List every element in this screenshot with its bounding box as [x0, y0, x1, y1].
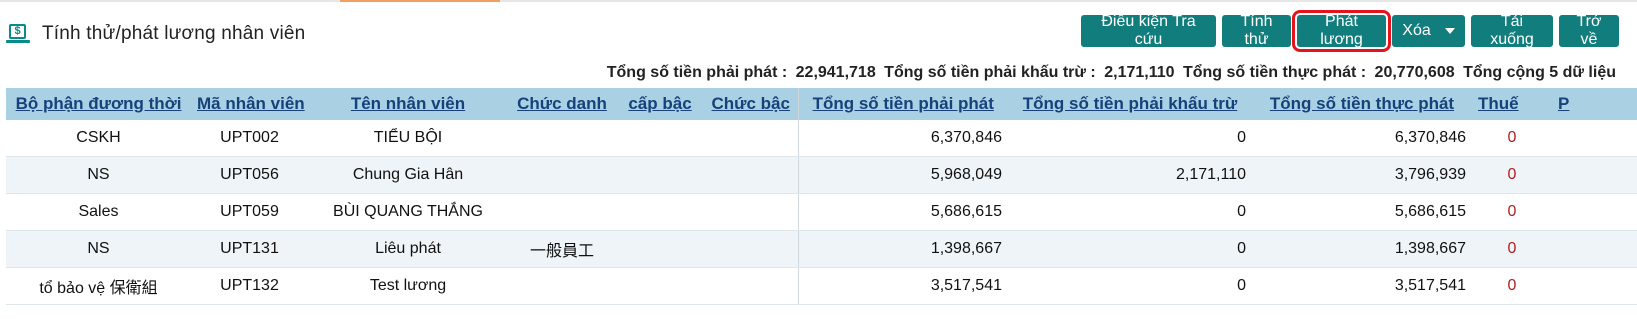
- cell-total-payable: 6,370,846: [797, 120, 1008, 157]
- cell-total-actual: 6,370,846: [1252, 120, 1472, 157]
- cell-employee-id: UPT059: [191, 193, 308, 231]
- cell-rank: [704, 193, 798, 231]
- caret-down-icon: [1444, 28, 1455, 34]
- col-header-rank[interactable]: Chức bậc: [704, 88, 798, 120]
- actual-label: Tổng số tiền thực phát :: [1182, 64, 1367, 81]
- deduct-label: Tổng số tiền phải khấu trừ :: [884, 64, 1096, 81]
- cell-grade: [616, 193, 704, 231]
- cell-job-title: [508, 193, 616, 231]
- col-header-grade[interactable]: cấp bậc: [616, 88, 704, 120]
- cell-extra: [1552, 230, 1637, 268]
- col-header-tax[interactable]: Thuế: [1472, 88, 1552, 120]
- col-header-total-actual[interactable]: Tổng số tiền thực phát: [1252, 88, 1472, 120]
- delete-label: Xóa: [1402, 22, 1431, 39]
- cell-grade: [616, 156, 704, 194]
- cell-job-title: [508, 156, 616, 194]
- col-header-total-deduction[interactable]: Tổng số tiền phải khấu trừ: [1008, 88, 1252, 120]
- cell-rank: [704, 156, 798, 194]
- cell-department: NS: [6, 230, 191, 268]
- col-header-employee-name[interactable]: Tên nhân viên: [308, 88, 508, 120]
- cell-extra: [1552, 267, 1637, 305]
- cell-department: CSKH: [6, 120, 191, 157]
- cell-grade: [616, 120, 704, 157]
- salary-table: Bộ phận đương thời Mã nhân viên Tên nhân…: [6, 88, 1637, 305]
- cell-employee-id: UPT002: [191, 120, 308, 157]
- record-count: Tổng cộng 5 dữ liệu: [1463, 64, 1616, 81]
- payable-label: Tổng số tiền phải phát :: [606, 64, 788, 81]
- cell-total-actual: 1,398,667: [1252, 230, 1472, 268]
- table-row[interactable]: NS UPT131 Liêu phát 一般員工 1,398,667 0 1,3…: [6, 230, 1637, 268]
- cell-total-actual: 3,796,939: [1252, 156, 1472, 194]
- cell-employee-id: UPT056: [191, 156, 308, 194]
- totals-summary: Tổng số tiền phải phát : 22,941,718 Tổng…: [603, 64, 1616, 82]
- top-accent-bar: [0, 0, 1637, 2]
- trial-calc-button[interactable]: Tính thử: [1222, 13, 1291, 48]
- cell-extra: [1552, 156, 1637, 194]
- cell-total-deduction: 0: [1008, 230, 1252, 268]
- cell-tax: 0: [1472, 120, 1552, 157]
- table-row[interactable]: tổ bảo vệ 保衛組 UPT132 Test lương 3,517,54…: [6, 267, 1637, 305]
- cell-rank: [704, 267, 798, 305]
- cell-department: tổ bảo vệ 保衛組: [6, 267, 191, 305]
- cell-employee-name: Chung Gia Hân: [308, 156, 508, 194]
- actual-value: 20,770,608: [1374, 64, 1455, 81]
- table-row[interactable]: CSKH UPT002 TIỂU BỘI 6,370,846 0 6,370,8…: [6, 120, 1637, 157]
- payable-value: 22,941,718: [795, 64, 876, 81]
- active-tab-indicator: [340, 0, 500, 2]
- cell-rank: [704, 120, 798, 157]
- query-conditions-button[interactable]: Điều kiện Tra cứu: [1081, 13, 1216, 48]
- cell-total-payable: 1,398,667: [797, 230, 1008, 268]
- cell-total-actual: 3,517,541: [1252, 267, 1472, 305]
- cell-employee-id: UPT131: [191, 230, 308, 268]
- cell-grade: [616, 267, 704, 305]
- cell-job-title: [508, 267, 616, 305]
- cell-employee-name: BÙI QUANG THẮNG: [308, 193, 508, 231]
- cell-total-deduction: 0: [1008, 193, 1252, 231]
- cell-employee-id: UPT132: [191, 267, 308, 305]
- col-header-extra[interactable]: P: [1552, 88, 1637, 120]
- cell-tax: 0: [1472, 156, 1552, 194]
- col-header-department[interactable]: Bộ phận đương thời: [6, 88, 191, 120]
- col-header-job-title[interactable]: Chức danh: [508, 88, 616, 120]
- cell-extra: [1552, 193, 1637, 231]
- table-row[interactable]: NS UPT056 Chung Gia Hân 5,968,049 2,171,…: [6, 156, 1637, 194]
- delete-dropdown-button[interactable]: Xóa: [1392, 15, 1465, 47]
- cell-employee-name: TIỂU BỘI: [308, 120, 508, 157]
- cell-department: Sales: [6, 193, 191, 231]
- cell-total-payable: 5,686,615: [797, 193, 1008, 231]
- table-row[interactable]: Sales UPT059 BÙI QUANG THẮNG 5,686,615 0…: [6, 193, 1637, 231]
- cell-tax: 0: [1472, 230, 1552, 268]
- table-header-row: Bộ phận đương thời Mã nhân viên Tên nhân…: [6, 88, 1637, 120]
- cell-department: NS: [6, 156, 191, 194]
- col-header-total-payable[interactable]: Tổng số tiền phải phát: [797, 88, 1008, 120]
- cell-employee-name: Liêu phát: [308, 230, 508, 268]
- cell-total-actual: 5,686,615: [1252, 193, 1472, 231]
- page-header: $ Tính thử/phát lương nhân viên: [6, 18, 305, 50]
- cell-total-payable: 5,968,049: [797, 156, 1008, 194]
- cell-tax: 0: [1472, 267, 1552, 305]
- toolbar: Điều kiện Tra cứu Tính thử Phát lương Xó…: [1081, 10, 1619, 52]
- deduct-value: 2,171,110: [1104, 64, 1175, 81]
- cell-tax: 0: [1472, 193, 1552, 231]
- cell-rank: [704, 230, 798, 268]
- cell-employee-name: Test lương: [308, 267, 508, 305]
- cell-total-deduction: 0: [1008, 120, 1252, 157]
- cell-total-deduction: 2,171,110: [1008, 156, 1252, 194]
- col-header-employee-id[interactable]: Mã nhân viên: [191, 88, 308, 120]
- download-button[interactable]: Tải xuống: [1471, 13, 1553, 48]
- cell-total-deduction: 0: [1008, 267, 1252, 305]
- page-title: Tính thử/phát lương nhân viên: [42, 23, 306, 44]
- money-icon: $: [6, 24, 30, 44]
- pay-salary-button[interactable]: Phát lương: [1292, 10, 1391, 52]
- cell-grade: [616, 230, 704, 268]
- cell-total-payable: 3,517,541: [797, 267, 1008, 305]
- cell-job-title: 一般員工: [508, 230, 616, 268]
- cell-job-title: [508, 120, 616, 157]
- back-button[interactable]: Trở về: [1559, 13, 1619, 48]
- cell-extra: [1552, 120, 1637, 157]
